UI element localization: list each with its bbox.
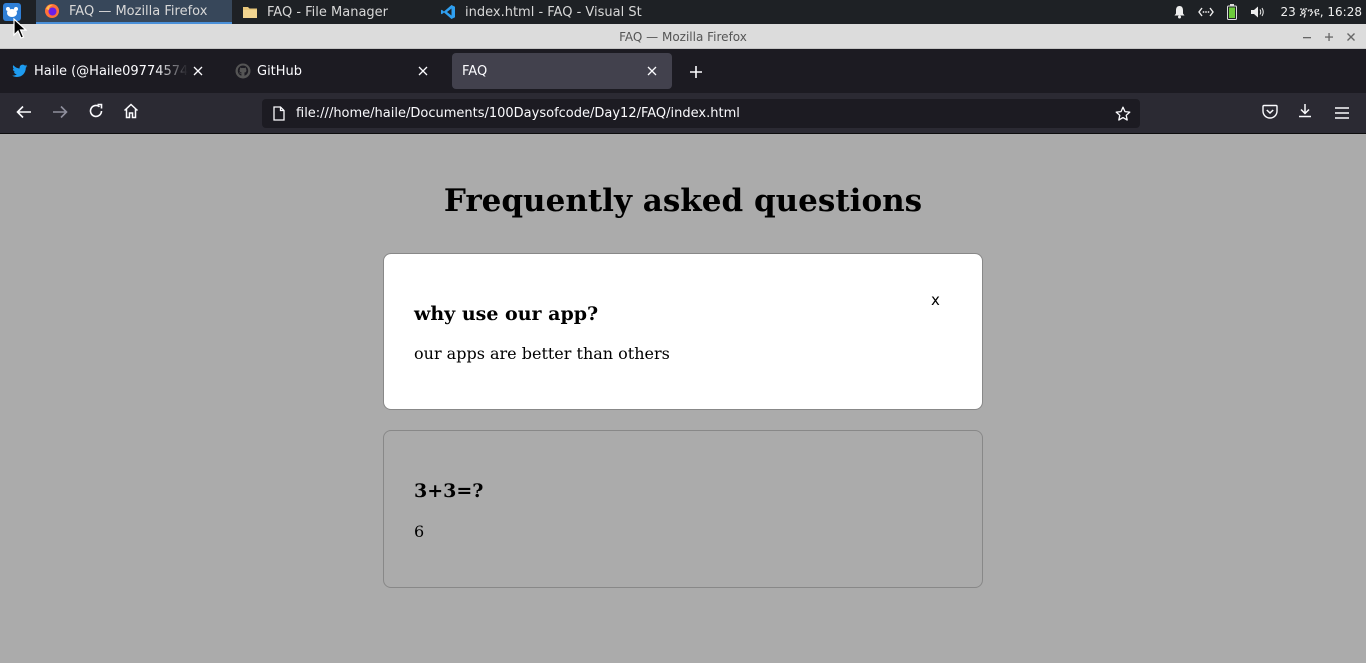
vscode-icon (440, 4, 456, 20)
tab-label: Haile (@Haile09774574) / Twitt (34, 63, 188, 79)
bookmark-star-icon[interactable] (1109, 100, 1137, 128)
faq-item[interactable]: 3+3=? 6 (383, 430, 983, 588)
tab-faq[interactable]: FAQ (452, 53, 672, 89)
maximize-icon[interactable] (1318, 28, 1340, 46)
faq-item[interactable]: why use our app? our apps are better tha… (383, 253, 983, 410)
minimize-icon[interactable] (1296, 28, 1318, 46)
page-title: Frequently asked questions (443, 183, 923, 219)
reload-icon (88, 103, 104, 123)
tab-close-icon[interactable] (413, 61, 433, 81)
url-text[interactable]: file:///home/haile/Documents/100Daysofco… (296, 106, 1109, 121)
new-tab-button[interactable] (682, 59, 710, 87)
back-button[interactable] (9, 99, 39, 127)
system-tray: 23 ጃንዩ, 16:28 (1167, 0, 1366, 24)
folder-icon (242, 4, 258, 20)
bell-icon[interactable] (1172, 4, 1188, 20)
firefox-icon (44, 3, 60, 19)
hamburger-menu-icon (1335, 104, 1349, 123)
window-controls (1296, 28, 1362, 46)
faq-answer: our apps are better than others (414, 344, 670, 363)
github-icon (235, 63, 251, 79)
close-icon[interactable] (1340, 28, 1362, 46)
tab-github[interactable]: GitHub (225, 53, 443, 89)
downloads-button[interactable] (1290, 99, 1320, 127)
arrow-left-icon (16, 104, 32, 123)
task-label: index.html - FAQ - Visual Stu... (465, 4, 642, 20)
url-bar[interactable]: file:///home/haile/Documents/100Daysofco… (262, 99, 1140, 128)
task-label: FAQ - File Manager (267, 4, 389, 20)
clock[interactable]: 23 ጃንዩ, 16:28 (1281, 5, 1362, 20)
task-vscode[interactable]: index.html - FAQ - Visual Stu... (432, 0, 642, 24)
task-file-manager[interactable]: FAQ - File Manager (234, 0, 430, 24)
reload-button[interactable] (81, 99, 111, 127)
volume-icon[interactable] (1250, 4, 1266, 20)
tab-label: GitHub (257, 63, 303, 79)
app-menu-button[interactable] (1327, 99, 1357, 127)
faq-answer: 6 (414, 522, 425, 541)
mouse-cursor-icon (13, 18, 28, 39)
browser-navbar: file:///home/haile/Documents/100Daysofco… (0, 93, 1366, 134)
faq-close-button[interactable]: x (931, 291, 940, 309)
plus-icon (689, 64, 703, 83)
window-titlebar[interactable]: FAQ — Mozilla Firefox (0, 24, 1366, 49)
home-icon (123, 103, 139, 123)
twitter-icon (12, 63, 28, 79)
task-firefox[interactable]: FAQ — Mozilla Firefox (36, 0, 232, 24)
tab-close-icon[interactable] (642, 61, 662, 81)
tab-twitter[interactable]: Haile (@Haile09774574) / Twitt (2, 53, 218, 89)
tab-label: FAQ (462, 63, 488, 79)
pocket-button[interactable] (1255, 99, 1285, 127)
home-button[interactable] (116, 99, 146, 127)
page-content: Frequently asked questions why use our a… (0, 134, 1366, 663)
forward-button[interactable] (45, 99, 75, 127)
pocket-icon (1262, 104, 1278, 123)
faq-question[interactable]: 3+3=? (414, 480, 483, 502)
task-label: FAQ — Mozilla Firefox (69, 3, 208, 19)
window-title: FAQ — Mozilla Firefox (619, 30, 747, 44)
os-taskbar: FAQ — Mozilla Firefox FAQ - File Manager… (0, 0, 1366, 24)
download-icon (1297, 103, 1313, 123)
network-icon[interactable] (1197, 4, 1214, 20)
tab-close-icon[interactable] (188, 61, 208, 81)
battery-icon[interactable] (1224, 4, 1240, 20)
page-icon[interactable] (271, 106, 287, 122)
faq-question[interactable]: why use our app? (414, 303, 598, 325)
arrow-right-icon (52, 104, 68, 123)
browser-tabstrip: Haile (@Haile09774574) / Twitt GitHub FA… (0, 49, 1366, 93)
